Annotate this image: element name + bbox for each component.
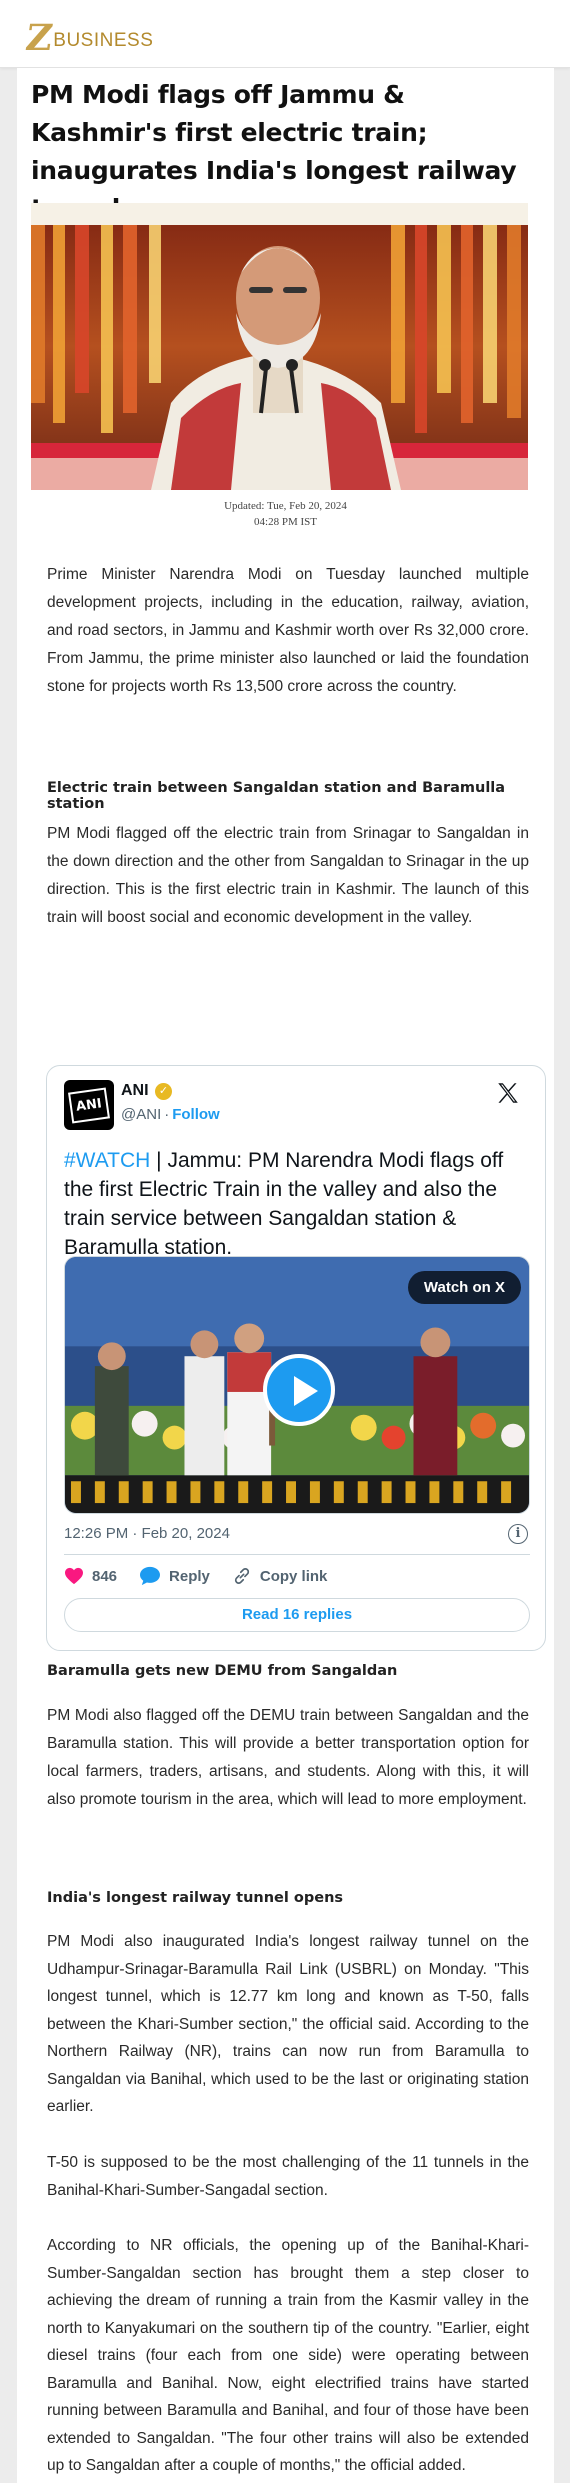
copy-link-button[interactable]: Copy link [232, 1566, 328, 1586]
site-logo[interactable]: Z BUSINESS [23, 16, 154, 59]
section-heading-tunnel: India's longest railway tunnel opens [47, 1890, 344, 1906]
like-count: 846 [92, 1567, 118, 1585]
avatar-label: ANI [68, 1087, 110, 1123]
play-button-icon[interactable] [263, 1354, 335, 1426]
tweet-divider [64, 1554, 530, 1555]
link-icon [234, 1568, 249, 1584]
x-logo-icon[interactable] [495, 1080, 521, 1106]
article-paragraph-1: Prime Minister Narendra Modi on Tuesday … [47, 566, 529, 695]
like-button[interactable]: 846 [64, 1567, 117, 1585]
tweet-video[interactable]: Watch on X [64, 1256, 530, 1514]
reply-button[interactable]: Reply [139, 1566, 210, 1586]
tweet-handle[interactable]: @ANI [121, 1106, 161, 1123]
updated-time: 04:28 PM IST [254, 516, 317, 528]
follow-button[interactable]: Follow [172, 1106, 220, 1123]
site-header: Z BUSINESS [0, 0, 570, 68]
article-paragraph-5: T-50 is supposed to be the most challeng… [47, 2154, 529, 2199]
updated-date: Updated: Tue, Feb 20, 2024 [224, 500, 347, 512]
heart-icon [65, 1567, 83, 1585]
watch-on-x-button[interactable]: Watch on X [407, 1271, 521, 1304]
handle-separator: · [164, 1106, 170, 1123]
section-heading-demu: Baramulla gets new DEMU from Sangaldan [47, 1663, 398, 1679]
article-container: PM Modi flags off Jammu & Kashmir's firs… [17, 68, 554, 2483]
article-paragraph-2: PM Modi flagged off the electric train f… [47, 825, 529, 926]
logo-mark: Z [23, 17, 56, 59]
article-paragraph-6: According to NR officials, the opening u… [47, 2237, 529, 2474]
tweet-author-name[interactable]: ANI [121, 1082, 149, 1100]
tweet-text: #WATCH | Jammu: PM Narendra Modi flags o… [64, 1146, 534, 1262]
tweet-actions: 846 Reply Copy link [64, 1564, 349, 1588]
read-replies-button[interactable]: Read 16 replies [64, 1598, 530, 1632]
tweet-avatar[interactable]: ANI [64, 1080, 114, 1130]
tweet-handle-row: @ANI · Follow [121, 1106, 220, 1123]
article-paragraph-3: PM Modi also flagged off the DEMU train … [47, 1707, 529, 1808]
hero-image [31, 203, 528, 490]
info-icon[interactable]: i [508, 1524, 528, 1544]
reply-bubble-icon [140, 1566, 161, 1586]
tweet-timestamp[interactable]: 12:26 PM · Feb 20, 2024 [64, 1525, 230, 1542]
speaker-photo [31, 203, 528, 490]
verified-badge-icon: ✓ [155, 1083, 172, 1100]
article-paragraph-4: PM Modi also inaugurated India's longest… [47, 1933, 529, 2115]
embedded-tweet[interactable]: ANI ANI ✓ @ANI · Follow #WATCH | Jammu: PM… [46, 1065, 546, 1651]
logo-word: BUSINESS [53, 30, 154, 51]
section-heading-electric-train: Electric train between Sangaldan station… [47, 780, 506, 812]
copy-link-label: Copy link [259, 1567, 328, 1585]
tweet-hashtag[interactable]: #WATCH [64, 1149, 150, 1172]
reply-label: Reply [169, 1567, 210, 1585]
